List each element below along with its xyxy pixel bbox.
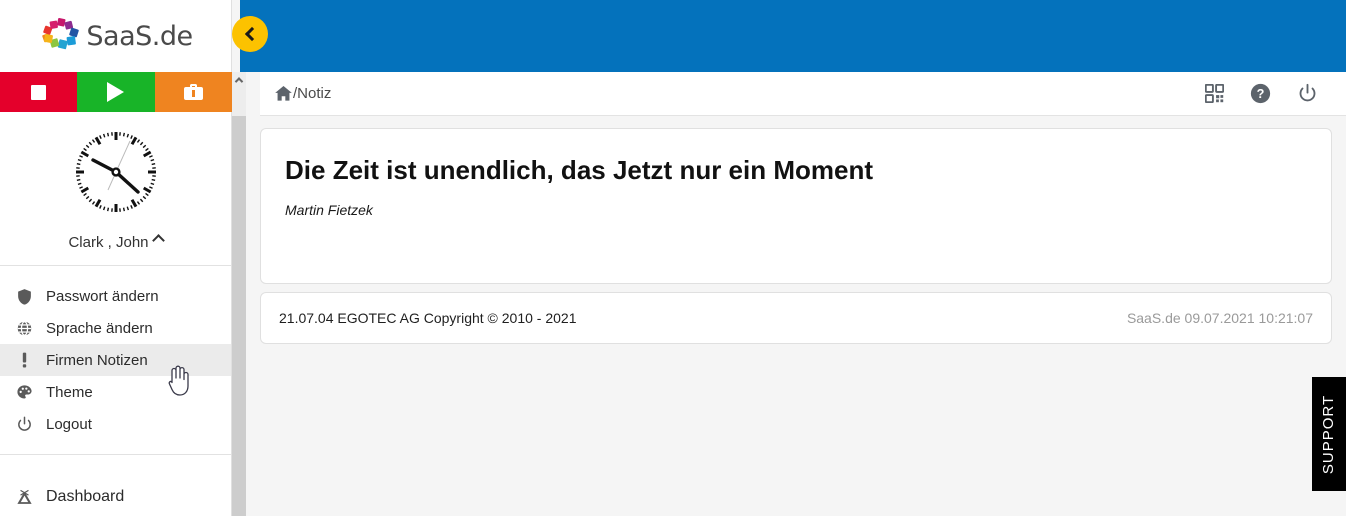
header-icon-group: ? — [1205, 83, 1346, 104]
globe-icon — [12, 320, 36, 337]
logo-area[interactable]: SaaS.de — [0, 0, 231, 72]
sidebar-item-dashboard[interactable]: Dashboard — [0, 477, 231, 516]
quote-card: Die Zeit ist unendlich, das Jetzt nur ei… — [260, 128, 1332, 284]
chevron-left-icon — [244, 26, 260, 42]
sidebar-item-label: Sprache ändern — [46, 319, 153, 337]
sidebar: SaaS.de Clark , John Passwort ändern Spr… — [0, 0, 232, 516]
power-icon[interactable] — [1297, 83, 1318, 104]
user-area: Clark , John — [0, 112, 231, 265]
app-root: SaaS.de Clark , John Passwort ändern Spr… — [0, 0, 1346, 516]
help-icon[interactable]: ? — [1250, 83, 1271, 104]
breadcrumb[interactable]: /Notiz — [260, 84, 331, 103]
scrollbar-up-button[interactable] — [232, 72, 246, 88]
colored-ring-logo-icon — [38, 14, 82, 58]
breadcrumb-path: /Notiz — [293, 85, 332, 102]
sidebar-scrollbar[interactable] — [232, 72, 246, 516]
quote-part-3: nur ein Moment — [672, 155, 873, 185]
sidebar-menu: Passwort ändern Sprache ändern Firmen No… — [0, 266, 231, 516]
footer-card: 21.07.04 EGOTEC AG Copyright © 2010 - 20… — [260, 292, 1332, 344]
quote-text: Die Zeit ist unendlich, das Jetzt nur ei… — [285, 155, 873, 186]
analog-clock-icon — [72, 128, 160, 216]
action-button-row — [0, 72, 232, 112]
palette-icon — [12, 384, 36, 401]
tent-icon — [12, 488, 36, 507]
shield-icon — [12, 288, 36, 305]
user-name-toggle[interactable]: Clark , John — [0, 234, 231, 251]
sidebar-collapse-button[interactable] — [232, 16, 268, 52]
scrollbar-track[interactable] — [232, 88, 246, 516]
quote-part-1: Die — [285, 155, 333, 185]
sidebar-item-theme[interactable]: Theme — [0, 376, 231, 408]
qr-code-icon[interactable] — [1205, 84, 1224, 103]
sidebar-item-label: Passwort ändern — [46, 287, 159, 305]
quote-bold-1: Zeit — [332, 155, 379, 185]
sidebar-item-passwort-aendern[interactable]: Passwort ändern — [0, 280, 231, 312]
power-icon — [12, 416, 36, 433]
chevron-up-icon — [234, 77, 244, 86]
briefcase-icon — [183, 84, 203, 100]
logo-text: SaaS.de — [86, 20, 193, 52]
svg-text:?: ? — [1257, 87, 1265, 101]
main-content: /Notiz ? Die Zeit ist unendlich, das Jet… — [232, 0, 1346, 516]
sidebar-item-label: Firmen Notizen — [46, 351, 148, 369]
copyright-text: 21.07.04 EGOTEC AG Copyright © 2010 - 20… — [279, 310, 577, 326]
support-label: SUPPORT — [1320, 394, 1338, 474]
play-triangle-icon — [107, 82, 125, 102]
breadcrumb-bar: /Notiz ? — [260, 72, 1346, 116]
briefcase-button[interactable] — [154, 72, 232, 112]
sidebar-item-logout[interactable]: Logout — [0, 408, 231, 440]
stop-square-icon — [31, 84, 47, 100]
status-timestamp: SaaS.de 09.07.2021 10:21:07 — [1126, 310, 1313, 326]
scrollbar-thumb[interactable] — [232, 88, 246, 116]
quote-bold-2: Jetzt — [612, 155, 673, 185]
stop-button[interactable] — [0, 72, 78, 112]
sidebar-item-firmen-notizen[interactable]: Firmen Notizen — [0, 344, 231, 376]
quote-author: Martin Fietzek — [285, 202, 373, 218]
exclamation-icon — [12, 351, 36, 369]
home-icon[interactable] — [274, 84, 293, 103]
sidebar-item-sprache-aendern[interactable]: Sprache ändern — [0, 312, 231, 344]
chevron-up-icon — [151, 234, 165, 247]
sidebar-item-label: Logout — [46, 415, 92, 433]
sidebar-item-label: Theme — [46, 383, 93, 401]
sidebar-item-label: Dashboard — [46, 488, 125, 505]
support-tab[interactable]: SUPPORT — [1312, 377, 1346, 491]
play-button[interactable] — [77, 72, 155, 112]
quote-part-2: ist unendlich, das — [378, 155, 613, 185]
user-name-label: Clark , John — [68, 234, 149, 251]
